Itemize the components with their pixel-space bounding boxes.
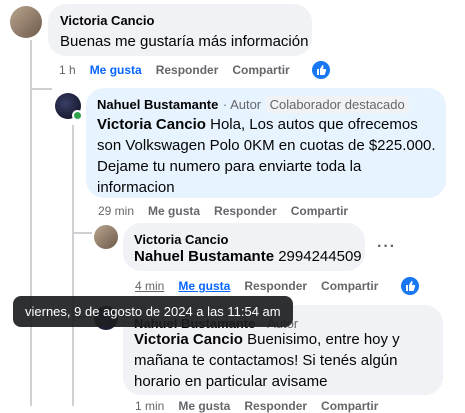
mention-link[interactable]: Victoria Cancio <box>97 116 206 133</box>
comment-author[interactable]: Victoria Cancio <box>134 232 228 247</box>
comment-text: Victoria Cancio Buenisimo, entre hoy y m… <box>134 329 434 392</box>
comment-actions: 4 min Me gusta Responder Compartir <box>135 279 392 293</box>
like-reaction-icon[interactable] <box>310 59 332 81</box>
like-reaction-icon[interactable] <box>399 275 421 297</box>
comment-actions: 29 min Me gusta Responder Compartir <box>98 204 362 218</box>
comment-time[interactable]: 4 min <box>135 279 164 293</box>
share-button[interactable]: Compartir <box>321 279 378 293</box>
comment-text: Victoria Cancio Hola, Los autos que ofre… <box>97 114 442 198</box>
like-button[interactable]: Me gusta <box>178 399 230 413</box>
comment-bubble: Victoria Cancio Nahuel Bustamante 299424… <box>123 223 365 271</box>
comment-text: Nahuel Bustamante 2994244509 <box>134 246 362 267</box>
comment-bubble: Victoria Cancio Buenas me gustaría más i… <box>48 4 312 56</box>
reply-button[interactable]: Responder <box>244 279 307 293</box>
more-options-button[interactable]: ··· <box>377 238 396 256</box>
comment-time[interactable]: 1 h <box>59 63 76 77</box>
comment-actions: 1 min Me gusta Responder Compartir <box>135 399 392 413</box>
comment-author[interactable]: Nahuel Bustamante <box>97 97 218 112</box>
mention-link[interactable]: Nahuel Bustamante <box>134 248 274 265</box>
comment-author[interactable]: Victoria Cancio <box>60 13 154 28</box>
author-role: Autor <box>230 97 262 112</box>
reply-button[interactable]: Responder <box>214 204 277 218</box>
mention-link[interactable]: Victoria Cancio <box>134 331 243 348</box>
like-button[interactable]: Me gusta <box>178 279 230 293</box>
thread-line <box>30 40 32 406</box>
comment-actions: 1 h Me gusta Responder Compartir <box>59 63 304 77</box>
share-button[interactable]: Compartir <box>291 204 348 218</box>
like-button[interactable]: Me gusta <box>90 63 142 77</box>
avatar[interactable] <box>10 6 42 38</box>
thread-line <box>72 232 92 234</box>
comment-time[interactable]: 29 min <box>98 204 134 218</box>
thread-line <box>30 88 52 90</box>
online-indicator <box>72 110 83 121</box>
timestamp-tooltip: viernes, 9 de agosto de 2024 a las 11:54… <box>13 296 293 327</box>
avatar[interactable] <box>94 225 118 249</box>
share-button[interactable]: Compartir <box>232 63 289 77</box>
like-button[interactable]: Me gusta <box>148 204 200 218</box>
comment-body: 2994244509 <box>274 248 362 265</box>
comment-text: Buenas me gustaría más información <box>60 33 309 50</box>
reply-button[interactable]: Responder <box>156 63 219 77</box>
comment-header: Nahuel Bustamante · Autor Colaborador de… <box>97 96 409 114</box>
comment-bubble: Nahuel Bustamante · Autor Colaborador de… <box>86 88 446 198</box>
reply-button[interactable]: Responder <box>244 399 307 413</box>
comment-time[interactable]: 1 min <box>135 399 164 413</box>
share-button[interactable]: Compartir <box>321 399 378 413</box>
contributor-badge: Colaborador destacado <box>265 96 409 113</box>
thread-line <box>72 125 74 406</box>
